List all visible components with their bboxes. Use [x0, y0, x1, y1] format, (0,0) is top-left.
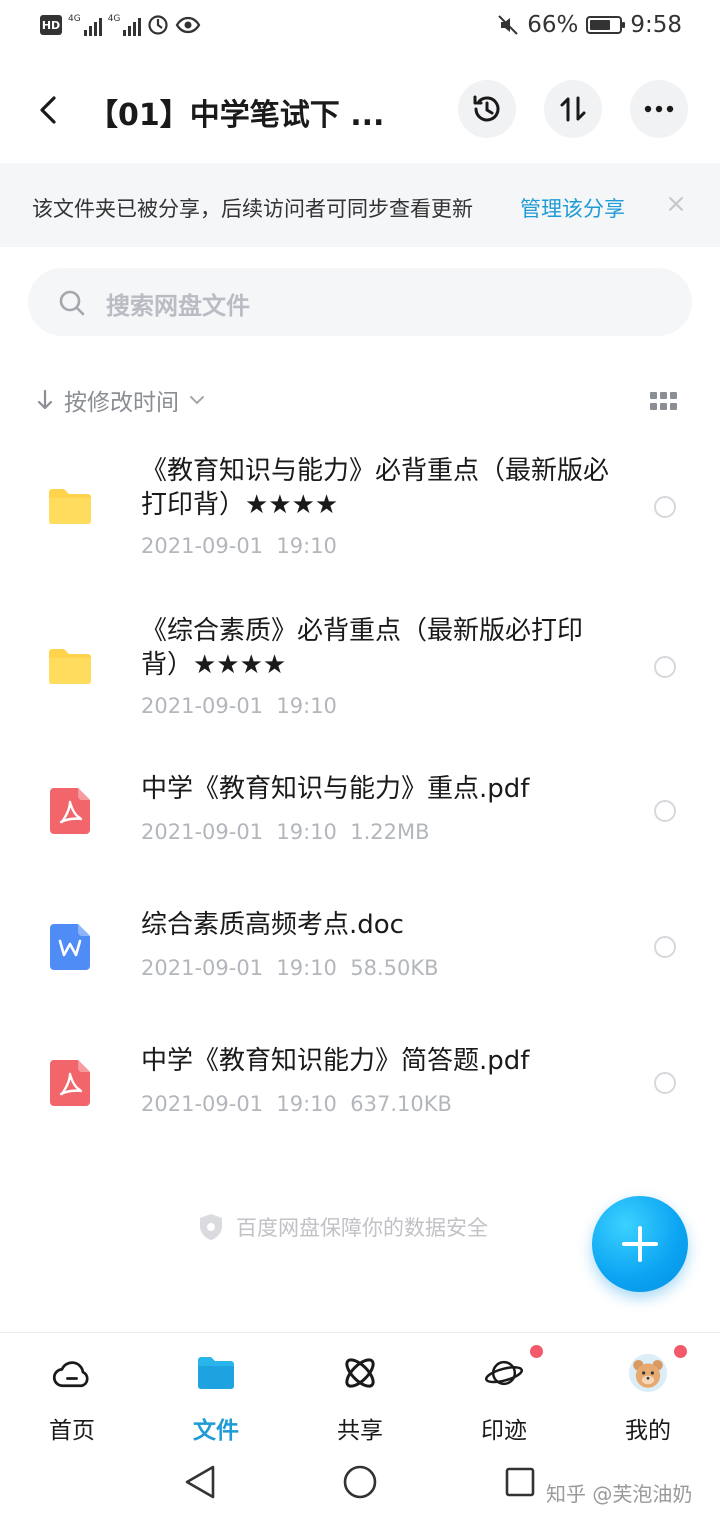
- signal-icon-2: 4G: [108, 14, 142, 36]
- file-row[interactable]: 《综合素质》必背重点（最新版必打印背）★★★★ 2021-09-01 19:10: [0, 600, 720, 740]
- plus-icon: [622, 1226, 658, 1262]
- share-banner: 该文件夹已被分享，后续访问者可同步查看更新 管理该分享 ×: [0, 163, 720, 247]
- more-button[interactable]: [630, 80, 688, 138]
- avatar: [628, 1353, 668, 1393]
- pdf-icon: [50, 788, 90, 834]
- file-name: 中学《教育知识能力》简答题.pdf: [141, 1046, 530, 1076]
- chevron-down-icon: [190, 396, 204, 405]
- file-row[interactable]: 中学《教育知识与能力》重点.pdf 2021-09-01 19:10 1.22M…: [0, 760, 720, 870]
- battery-icon: [586, 16, 626, 34]
- bottom-tab-bar: 首页 文件 共享 印迹 我的: [0, 1332, 720, 1444]
- file-meta: 2021-09-01 19:10 637.10KB: [141, 1092, 452, 1116]
- file-row[interactable]: 中学《教育知识能力》简答题.pdf 2021-09-01 19:10 637.1…: [0, 1032, 720, 1142]
- notification-badge: [530, 1345, 543, 1358]
- select-checkbox[interactable]: [654, 656, 676, 678]
- nav-home-button[interactable]: [340, 1462, 380, 1502]
- history-button[interactable]: [458, 80, 516, 138]
- nav-back-button[interactable]: [180, 1462, 220, 1502]
- file-meta: 2021-09-01 19:10: [141, 694, 337, 718]
- tab-label: 我的: [625, 1418, 671, 1444]
- banner-text: 该文件夹已被分享，后续访问者可同步查看更新: [32, 197, 473, 221]
- back-button[interactable]: [28, 86, 68, 134]
- page-title: 【01】中学笔试下 ...: [88, 98, 385, 133]
- square-recents-icon: [505, 1467, 535, 1497]
- select-checkbox[interactable]: [654, 936, 676, 958]
- folder-icon: [49, 649, 91, 684]
- file-name: 综合素质高频考点.doc: [141, 910, 404, 940]
- search-input[interactable]: 搜索网盘文件: [28, 268, 692, 336]
- file-meta: 2021-09-01 19:10: [141, 534, 337, 558]
- watermark: 知乎 @芙泡油奶: [546, 1482, 693, 1506]
- tab-files[interactable]: 文件: [166, 1349, 266, 1445]
- clock: 9:58: [630, 12, 682, 38]
- sort-label: 按修改时间: [64, 390, 179, 416]
- mute-icon: [498, 15, 518, 35]
- battery-percent: 66%: [527, 12, 579, 38]
- signal-icon: 4G: [68, 14, 102, 36]
- circle-home-icon: [343, 1465, 377, 1499]
- tab-traces[interactable]: 印迹: [454, 1345, 554, 1445]
- status-bar: HD 4G 4G 66% 9:58: [0, 0, 720, 56]
- status-right: 66% 9:58: [497, 12, 682, 38]
- notification-badge: [674, 1345, 687, 1358]
- pdf-icon: [50, 1060, 90, 1106]
- planet-icon: [484, 1353, 524, 1393]
- word-doc-icon: [50, 924, 90, 970]
- select-checkbox[interactable]: [654, 1072, 676, 1094]
- select-checkbox[interactable]: [654, 496, 676, 518]
- file-meta: 2021-09-01 19:10 58.50KB: [141, 956, 439, 980]
- tab-home[interactable]: 首页: [22, 1349, 122, 1445]
- search-icon: [59, 290, 85, 316]
- history-icon: [473, 95, 500, 122]
- transfer-icon: [560, 96, 586, 122]
- header: 【01】中学笔试下 ...: [0, 78, 720, 142]
- triangle-back-icon: [185, 1465, 215, 1499]
- transfer-button[interactable]: [544, 80, 602, 138]
- folder-icon: [49, 489, 91, 524]
- file-name: 《教育知识与能力》必背重点（最新版必打印背）★★★★: [141, 456, 610, 520]
- tab-me[interactable]: 我的: [598, 1345, 698, 1445]
- atom-icon: [340, 1353, 380, 1393]
- status-left: HD 4G 4G: [40, 14, 201, 36]
- security-note: 百度网盘保障你的数据安全: [198, 1212, 488, 1242]
- file-name: 中学《教育知识与能力》重点.pdf: [141, 774, 530, 804]
- file-row[interactable]: 《教育知识与能力》必背重点（最新版必打印背）★★★★ 2021-09-01 19…: [0, 440, 720, 580]
- tab-share[interactable]: 共享: [310, 1349, 410, 1445]
- sort-arrow-icon: [37, 389, 53, 410]
- grid-view-icon[interactable]: [650, 392, 678, 412]
- security-text: 百度网盘保障你的数据安全: [236, 1216, 488, 1240]
- file-name: 《综合素质》必背重点（最新版必打印背）★★★★: [141, 616, 584, 680]
- close-icon[interactable]: ×: [664, 189, 688, 219]
- folder-icon: [196, 1353, 236, 1393]
- manage-share-link[interactable]: 管理该分享: [520, 193, 625, 223]
- shield-icon: [200, 1214, 222, 1240]
- back-arrow-icon: [40, 96, 56, 124]
- hd-badge: HD: [40, 15, 62, 35]
- eye-icon: [176, 16, 201, 34]
- cloud-icon: [52, 1353, 92, 1393]
- nav-recents-button[interactable]: [500, 1462, 540, 1502]
- file-meta: 2021-09-01 19:10 1.22MB: [141, 820, 430, 844]
- sort-selector[interactable]: 按修改时间: [36, 382, 205, 418]
- file-row[interactable]: 综合素质高频考点.doc 2021-09-01 19:10 58.50KB: [0, 896, 720, 1006]
- tab-label: 首页: [49, 1418, 95, 1444]
- data-saver-icon: [148, 15, 169, 35]
- tab-label: 共享: [337, 1418, 383, 1444]
- tab-label: 文件: [193, 1418, 239, 1444]
- search-placeholder: 搜索网盘文件: [106, 292, 250, 320]
- select-checkbox[interactable]: [654, 800, 676, 822]
- more-icon: [644, 105, 674, 113]
- tab-label: 印迹: [481, 1418, 527, 1444]
- add-button[interactable]: [592, 1196, 688, 1292]
